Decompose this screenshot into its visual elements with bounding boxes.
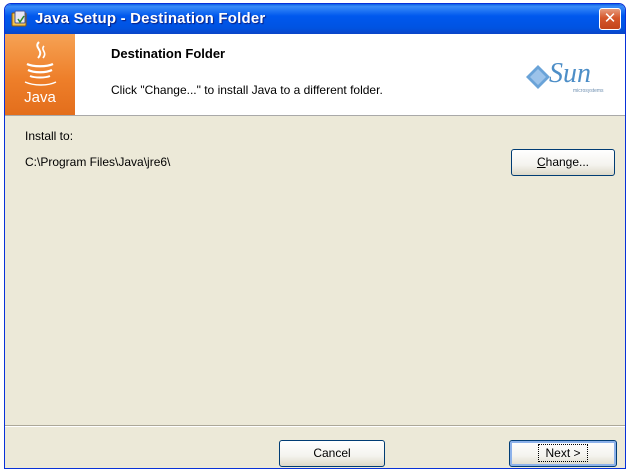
change-button[interactable]: Change... [511, 149, 615, 176]
close-button[interactable]: ✕ [599, 8, 621, 30]
page-description: Click "Change..." to install Java to a d… [111, 83, 383, 97]
sun-diamond-icon [526, 65, 550, 89]
java-setup-icon [11, 10, 29, 28]
java-cup-icon [24, 41, 57, 86]
install-to-label: Install to: [25, 129, 74, 143]
next-button[interactable]: Next > [509, 440, 617, 467]
next-button-label: Next > [538, 444, 588, 462]
java-logo-text: Java [24, 89, 56, 106]
header-banner: Java Destination Folder Click "Change...… [5, 34, 625, 116]
title-bar[interactable]: Java Setup - Destination Folder ✕ [5, 4, 625, 34]
setup-dialog: Java Setup - Destination Folder ✕ Java D… [4, 3, 626, 469]
sun-logo: Sun microsystems [525, 56, 607, 100]
java-logo: Java [5, 34, 75, 115]
footer-separator [5, 425, 625, 427]
sun-logo-subtext: microsystems [573, 88, 604, 94]
sun-logo-text: Sun [549, 58, 591, 89]
page-title: Destination Folder [111, 46, 226, 61]
install-path-value: C:\Program Files\Java\jre6\ [25, 155, 171, 169]
close-icon: ✕ [603, 10, 617, 27]
cancel-button[interactable]: Cancel [279, 440, 385, 467]
window-title: Java Setup - Destination Folder [35, 10, 266, 27]
